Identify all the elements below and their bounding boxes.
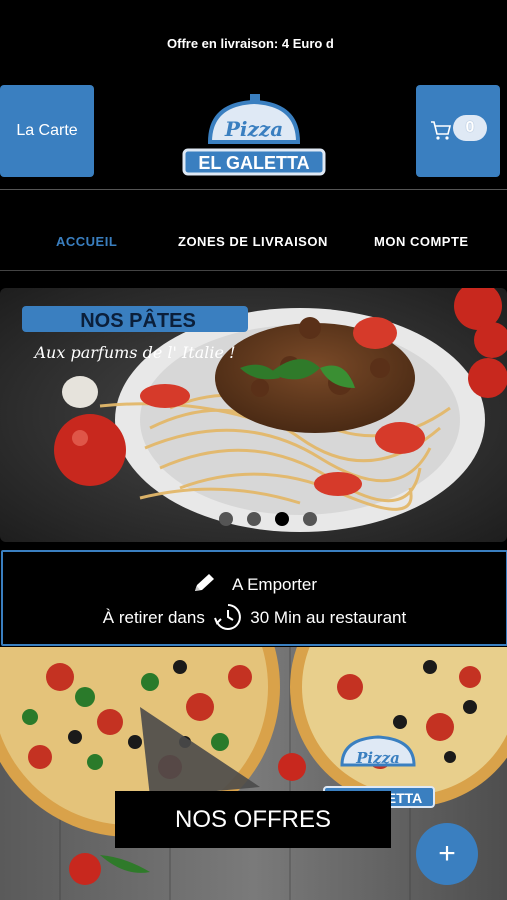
pasta-banner-slider[interactable]: NOS PÂTES Aux parfums de l' Italie ! [0,288,507,542]
main-nav: ACCUEIL ZONES DE LIVRAISON MON COMPTE [0,190,507,270]
add-button[interactable]: + [416,823,478,885]
offers-label[interactable]: NOS OFFRES [115,791,391,848]
edit-icon[interactable] [192,572,218,594]
order-mode: A Emporter [231,575,318,594]
pickup-time: 30 Min au restaurant [250,608,407,627]
cart-icon [431,121,452,140]
takeaway-selector[interactable]: A Emporter À retirer dans 30 Min au rest… [1,550,507,646]
nav-item-zones-de-livraison[interactable]: ZONES DE LIVRAISON [178,234,328,249]
logo-name: EL GALETTA [198,153,309,173]
cart-count-badge: 0 [453,115,487,141]
cart-button[interactable]: 0 [416,85,500,177]
banner-title: NOS PÂTES [80,308,196,332]
brand-logo[interactable]: Pizza EL GALETTA [180,92,328,178]
nav-divider [0,270,507,271]
logo-script: Pizza [224,117,283,141]
promo-ticker-text: Offre en livraison: 4 Euro d [167,36,334,51]
pickup-prefix: À retirer dans [102,608,205,627]
banner-subtitle: Aux parfums de l' Italie ! [33,343,236,362]
menu-button[interactable]: La Carte [0,85,94,177]
nav-item-mon-compte[interactable]: MON COMPTE [374,234,469,249]
offers-logo-script: Pizza [355,749,400,767]
promo-ticker: Offre en livraison: 4 Euro d [0,0,507,84]
nav-item-accueil[interactable]: ACCUEIL [56,234,117,249]
clock-icon [213,604,241,630]
